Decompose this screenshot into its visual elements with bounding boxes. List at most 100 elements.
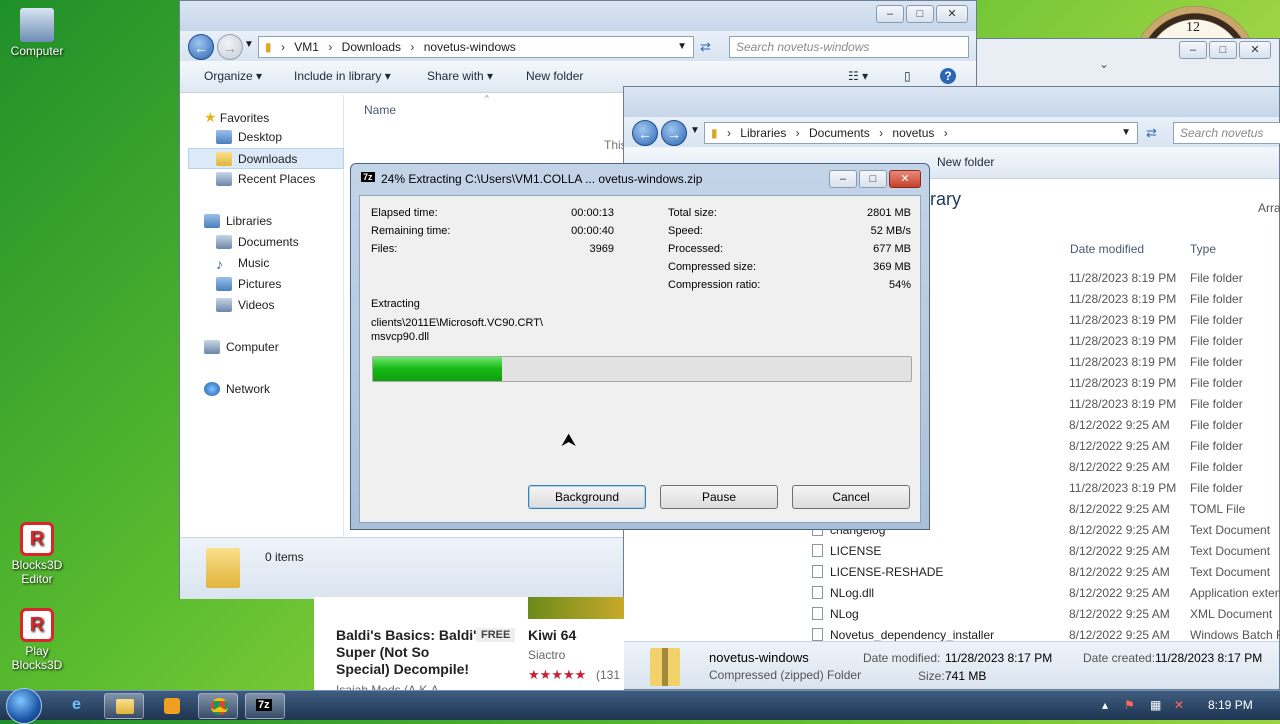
details-size-label: Size:: [918, 669, 945, 683]
column-header-type[interactable]: Type: [1190, 237, 1216, 261]
breadcrumb-item[interactable]: Documents: [809, 126, 870, 140]
app-title[interactable]: Kiwi 64: [528, 627, 576, 643]
taskbar-media-player[interactable]: [152, 693, 192, 719]
desktop-icon-blocks3d-editor[interactable]: R Blocks3D Editor: [2, 522, 72, 586]
back-button[interactable]: ←: [188, 34, 214, 60]
breadcrumb-item[interactable]: novetus: [892, 126, 934, 140]
minimize-button[interactable]: –: [1179, 41, 1207, 59]
details-pane: novetus-windows Compressed (zipped) Fold…: [624, 641, 1279, 689]
title-bar[interactable]: – □ ✕: [180, 1, 976, 31]
breadcrumb-item[interactable]: VM1: [294, 40, 319, 54]
background-button[interactable]: Background: [528, 485, 646, 509]
close-button[interactable]: ✕: [1239, 41, 1271, 59]
preview-pane-icon[interactable]: ▯: [904, 69, 911, 83]
taskbar-internet-explorer[interactable]: e: [60, 693, 100, 719]
chevron-down-icon[interactable]: ▼: [1121, 123, 1131, 143]
chevron-down-icon[interactable]: ⌄: [1099, 57, 1109, 71]
title-bar[interactable]: [624, 87, 1279, 117]
network-tray-icon[interactable]: ▦: [1150, 698, 1161, 712]
clock-time[interactable]: 8:19 PM: [1208, 698, 1253, 712]
minimize-button[interactable]: –: [876, 5, 904, 23]
maximize-button[interactable]: □: [1209, 41, 1237, 59]
column-header-date[interactable]: Date modified: [1070, 237, 1144, 261]
show-hidden-icons[interactable]: ▴: [1102, 698, 1108, 712]
breadcrumb-item[interactable]: novetus-windows: [424, 40, 516, 54]
breadcrumb-item[interactable]: Downloads: [342, 40, 401, 54]
close-button[interactable]: ✕: [936, 5, 968, 23]
computer-icon: [20, 8, 54, 42]
recent-pages-icon[interactable]: ▼: [690, 125, 700, 136]
nav-recent-places[interactable]: Recent Places: [216, 172, 315, 186]
taskbar-explorer[interactable]: [104, 693, 144, 719]
maximize-button[interactable]: □: [906, 5, 934, 23]
file-type: Text Document: [1190, 565, 1271, 579]
arrange-by-label[interactable]: Arra: [1258, 201, 1280, 215]
search-input[interactable]: Search novetus-windows: [729, 36, 969, 58]
recent-pages-icon[interactable]: ▼: [244, 39, 254, 50]
nav-favorites[interactable]: ★ Favorites: [204, 109, 269, 126]
file-name: NLog.dll: [830, 586, 875, 600]
file-date: 11/28/2023 8:19 PM: [1069, 481, 1177, 495]
app-author: Siactro: [528, 648, 566, 662]
view-options-icon[interactable]: ☷ ▾: [848, 69, 868, 83]
desktop-icon-computer[interactable]: Computer: [2, 8, 72, 58]
close-button[interactable]: ✕: [889, 170, 921, 188]
file-date: 8/12/2022 9:25 AM: [1069, 460, 1170, 474]
app-title[interactable]: Baldi's Basics: Baldi's Super (Not So Sp…: [336, 627, 484, 678]
search-input[interactable]: Search novetus: [1173, 122, 1280, 144]
library-title: rary: [930, 189, 961, 209]
volume-muted-icon[interactable]: ✕: [1174, 698, 1184, 712]
desktop-icon-play-blocks3d[interactable]: R Play Blocks3D: [2, 608, 72, 672]
table-row[interactable]: NLog 8/12/2022 9:25 AM XML Document: [790, 603, 1280, 624]
taskbar-7zip[interactable]: 7z: [245, 693, 285, 719]
share-with-button[interactable]: Share with ▾: [427, 69, 493, 83]
nav-pictures[interactable]: Pictures: [216, 277, 281, 291]
nav-libraries[interactable]: Libraries: [204, 214, 272, 228]
table-row[interactable]: LICENSE-RESHADE 8/12/2022 9:25 AM Text Doc…: [790, 561, 1280, 582]
forward-button[interactable]: →: [217, 34, 243, 60]
file-type: File folder: [1190, 313, 1243, 327]
nav-downloads[interactable]: Downloads: [188, 148, 344, 169]
breadcrumb-item[interactable]: Libraries: [740, 126, 786, 140]
action-center-icon[interactable]: ⚑: [1124, 698, 1135, 712]
refresh-icon[interactable]: ⇄: [700, 39, 711, 55]
new-folder-button[interactable]: New folder: [937, 155, 994, 169]
address-bar[interactable]: ▮ › Libraries › Documents › novetus › ▼: [704, 122, 1138, 144]
include-in-library-button[interactable]: Include in library ▾: [294, 69, 391, 83]
extraction-progress-bar: [372, 356, 912, 382]
maximize-button[interactable]: □: [859, 170, 887, 188]
nav-documents[interactable]: Documents: [216, 235, 299, 249]
start-button[interactable]: [6, 688, 42, 724]
address-bar[interactable]: ▮ › VM1 › Downloads › novetus-windows ▼: [258, 36, 694, 58]
nav-videos[interactable]: Videos: [216, 298, 274, 312]
file-date: 8/12/2022 9:25 AM: [1069, 565, 1170, 579]
nav-music[interactable]: ♪ Music: [216, 256, 269, 272]
forward-button[interactable]: →: [661, 120, 687, 146]
details-date-created: 11/28/2023 8:17 PM: [1155, 651, 1263, 665]
table-row[interactable]: LICENSE 8/12/2022 9:25 AM Text Document: [790, 540, 1280, 561]
help-icon[interactable]: ?: [940, 68, 956, 84]
file-date: 8/12/2022 9:25 AM: [1069, 607, 1170, 621]
compressed-size-value: 369 MB: [873, 261, 911, 273]
minimize-button[interactable]: –: [829, 170, 857, 188]
desktop-icon-label: Blocks3D Editor: [11, 558, 63, 586]
nav-desktop[interactable]: Desktop: [216, 130, 282, 144]
cancel-button[interactable]: Cancel: [792, 485, 910, 509]
organize-button[interactable]: Organize ▾: [204, 69, 262, 83]
file-date: 11/28/2023 8:19 PM: [1069, 313, 1177, 327]
new-folder-button[interactable]: New folder: [526, 69, 583, 83]
mouse-cursor-icon: ⮝: [561, 430, 577, 450]
pause-button[interactable]: Pause: [660, 485, 778, 509]
back-button[interactable]: ←: [632, 120, 658, 146]
file-name: LICENSE: [830, 544, 882, 558]
column-header-name[interactable]: Name: [364, 103, 396, 117]
speed-label: Speed:: [668, 225, 703, 237]
nav-computer[interactable]: Computer: [204, 340, 279, 354]
nav-network[interactable]: Network: [204, 382, 270, 396]
chevron-down-icon[interactable]: ▼: [677, 37, 687, 57]
extracting-label: Extracting: [371, 298, 420, 310]
processed-label: Processed:: [668, 243, 724, 255]
taskbar-chrome[interactable]: [198, 693, 238, 719]
table-row[interactable]: NLog.dll 8/12/2022 9:25 AM Application ext…: [790, 582, 1280, 603]
refresh-icon[interactable]: ⇄: [1146, 125, 1157, 141]
